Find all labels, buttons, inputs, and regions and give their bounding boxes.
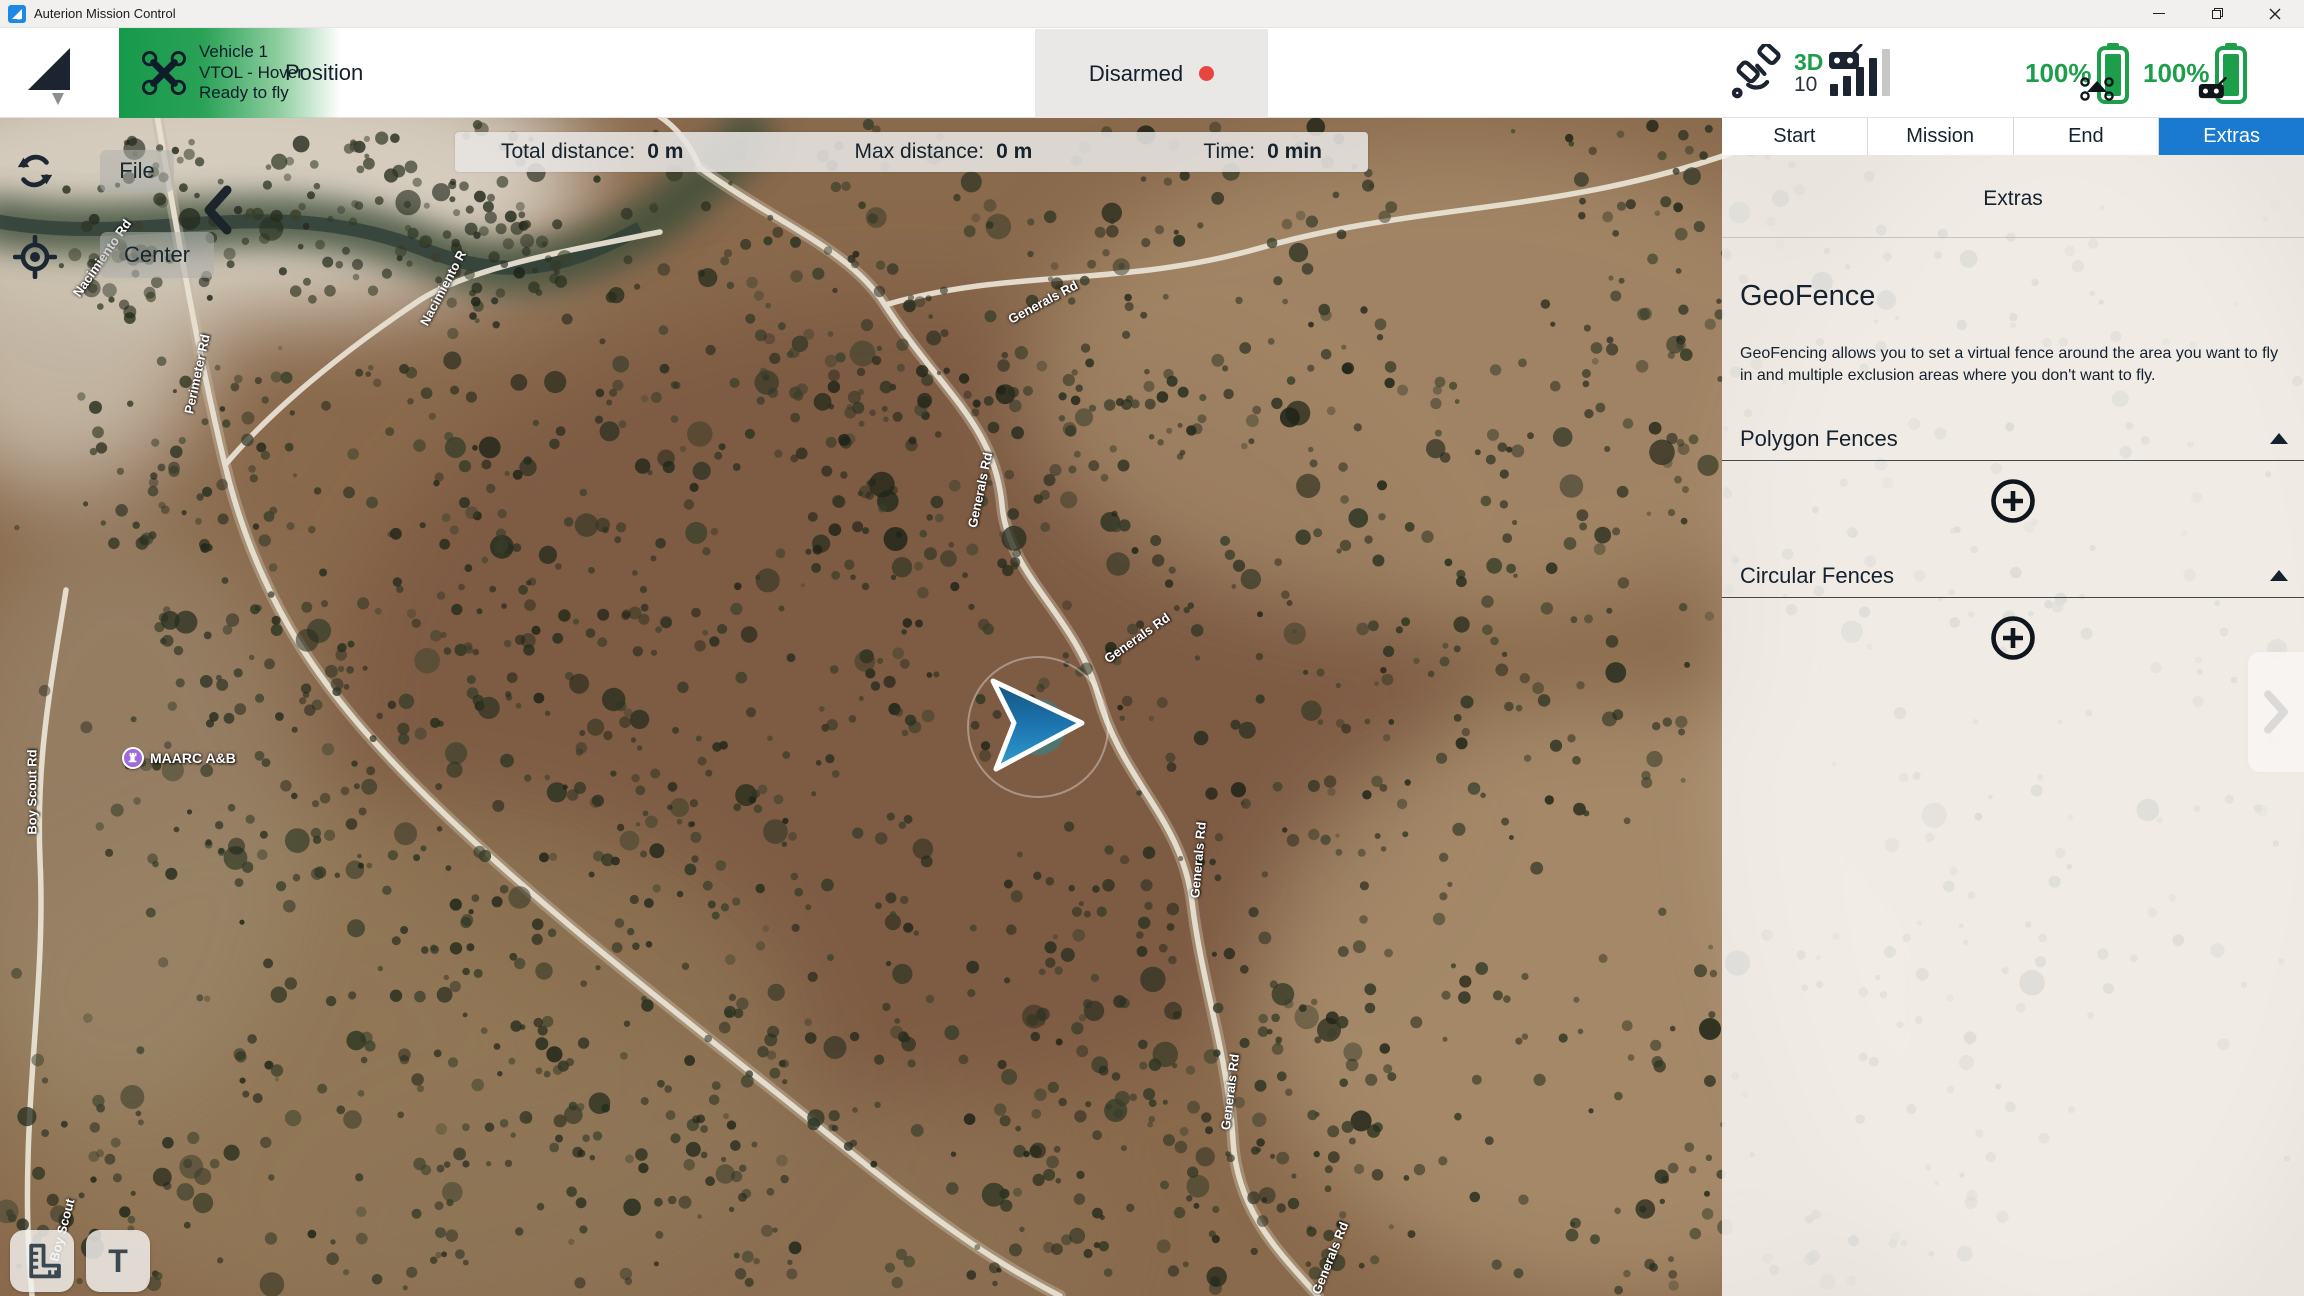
panel-title: Extras xyxy=(1722,187,2304,211)
tab-start[interactable]: Start xyxy=(1722,118,1868,155)
divider xyxy=(1722,460,2304,461)
circular-fences-section: Circular Fences xyxy=(1722,563,2304,662)
plus-circle-icon xyxy=(1989,477,2037,525)
arm-status-label: Disarmed xyxy=(1089,61,1183,87)
signal-bar xyxy=(1830,84,1838,96)
plus-circle-icon xyxy=(1989,614,2037,662)
poi-marker: MAARC A&B xyxy=(122,747,236,769)
status-indicators: 3D 10 xyxy=(1725,28,2304,118)
vehicle-battery-status[interactable]: 100% xyxy=(2025,28,2130,118)
add-polygon-fence-button[interactable] xyxy=(1989,477,2037,525)
gps-fix-type: 3D xyxy=(1794,50,1823,74)
signal-bar xyxy=(1843,76,1851,96)
plan-sidebar: Start Mission End Extras Extras GeoFence… xyxy=(1722,118,2304,1296)
collapse-triangle-icon[interactable] xyxy=(2270,433,2288,444)
total-distance-value: 0 m xyxy=(647,140,683,164)
chevron-left-icon xyxy=(201,184,235,236)
max-distance-stat: Max distance: 0 m xyxy=(855,140,1033,164)
rc-transmitter-icon xyxy=(1828,44,1864,77)
collapse-left-panel-handle[interactable] xyxy=(198,182,238,238)
gps-status[interactable]: 3D 10 xyxy=(1730,28,1823,118)
rc-tag-icon xyxy=(2198,77,2228,106)
file-button[interactable]: File xyxy=(100,150,174,192)
ruler-icon xyxy=(22,1241,62,1281)
add-circular-fence-button[interactable] xyxy=(1989,614,2037,662)
title-bar: Auterion Mission Control xyxy=(0,0,2304,28)
collapse-triangle-icon[interactable] xyxy=(2270,570,2288,581)
main-toolbar: Vehicle 1 VTOL - Hover Ready to fly Posi… xyxy=(0,28,2304,118)
total-distance-stat: Total distance: 0 m xyxy=(501,140,683,164)
gps-satellite-count: 10 xyxy=(1794,74,1823,96)
tab-mission[interactable]: Mission xyxy=(1868,118,2014,155)
measure-tool-button[interactable] xyxy=(10,1230,74,1292)
polygon-fences-section: Polygon Fences xyxy=(1722,426,2304,525)
drone-icon xyxy=(141,50,187,96)
poi-pin-icon xyxy=(122,747,144,769)
poi-label: MAARC A&B xyxy=(150,750,236,766)
crosshair-icon xyxy=(13,235,57,279)
geofence-description: GeoFencing allows you to set a virtual f… xyxy=(1740,343,2286,388)
polygon-fences-label: Polygon Fences xyxy=(1740,426,1898,452)
auterion-logo-icon[interactable] xyxy=(24,40,76,111)
plan-tabs: Start Mission End Extras xyxy=(1722,118,2304,155)
tab-end[interactable]: End xyxy=(2014,118,2160,155)
restore-button[interactable] xyxy=(2188,0,2246,27)
arm-status-button[interactable]: Disarmed xyxy=(1035,29,1268,118)
time-value: 0 min xyxy=(1267,140,1322,164)
drone-tag-icon xyxy=(2080,75,2114,106)
max-distance-value: 0 m xyxy=(996,140,1032,164)
restore-icon xyxy=(2212,8,2223,19)
time-label: Time: xyxy=(1203,140,1255,164)
text-tool-button[interactable]: T xyxy=(86,1230,150,1292)
close-button[interactable] xyxy=(2246,0,2304,27)
satellite-icon xyxy=(1730,44,1788,102)
circular-fences-label: Circular Fences xyxy=(1740,563,1894,589)
sync-button[interactable] xyxy=(12,148,58,194)
signal-bar xyxy=(1869,58,1877,96)
app-logo-icon xyxy=(8,5,26,23)
locate-button[interactable] xyxy=(12,234,58,280)
minimize-icon xyxy=(2153,13,2165,14)
center-button[interactable]: Center xyxy=(100,232,214,278)
max-distance-label: Max distance: xyxy=(855,140,985,164)
geofence-title: GeoFence xyxy=(1740,280,2286,313)
mission-stats-bar: Total distance: 0 m Max distance: 0 m Ti… xyxy=(455,132,1368,172)
app-window: Auterion Mission Control xyxy=(0,0,2304,1296)
window-title: Auterion Mission Control xyxy=(34,6,176,21)
divider xyxy=(1722,237,2304,238)
rc-battery-status[interactable]: 100% xyxy=(2143,28,2248,118)
time-stat: Time: 0 min xyxy=(1203,140,1322,164)
minimize-button[interactable] xyxy=(2130,0,2188,27)
road-label: Boy Scout Rd xyxy=(25,749,40,834)
disarmed-dot-icon xyxy=(1199,66,1214,81)
tab-extras[interactable]: Extras xyxy=(2159,118,2304,155)
total-distance-label: Total distance: xyxy=(501,140,635,164)
signal-bar-empty xyxy=(1882,49,1890,96)
divider xyxy=(1722,597,2304,598)
close-icon xyxy=(2269,8,2281,20)
window-controls xyxy=(2130,0,2304,27)
flight-mode-selector[interactable]: Position xyxy=(285,28,363,118)
sync-icon xyxy=(14,150,56,192)
